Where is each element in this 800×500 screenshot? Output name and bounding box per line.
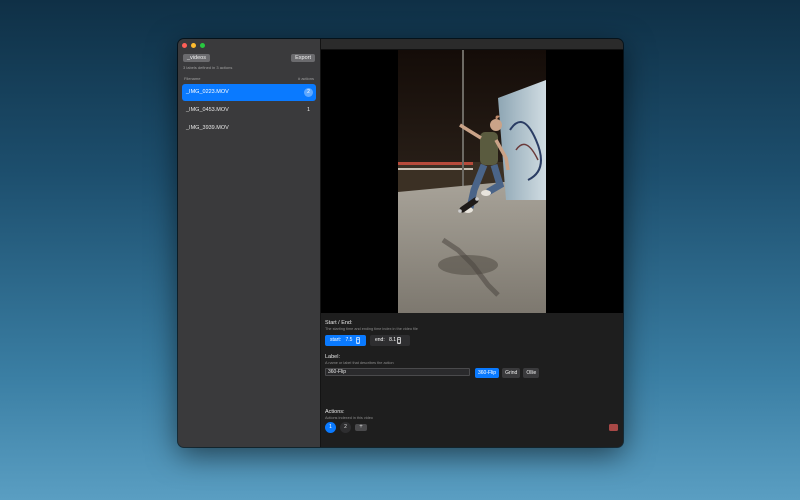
actions-title: Actions: xyxy=(325,409,345,415)
title-bar xyxy=(321,39,623,50)
end-value[interactable]: 8.1 xyxy=(389,337,396,343)
action-count: 1 xyxy=(306,107,310,113)
file-list: _IMG_0223.MOV 2 _IMG_0453.MOV 1 _IMG_393… xyxy=(182,84,316,138)
file-row[interactable]: _IMG_0223.MOV 2 xyxy=(182,84,316,101)
actions-description: Actions indexed in this video xyxy=(325,416,373,420)
start-end-title: Start / End: xyxy=(325,320,353,326)
suggestion-360-flip[interactable]: 360-Flip xyxy=(475,368,500,378)
action-count-badge: 2 xyxy=(304,88,313,97)
suggestion-grind[interactable]: Grind xyxy=(502,368,521,378)
delete-action-button[interactable] xyxy=(609,424,618,431)
video-player[interactable] xyxy=(321,50,623,313)
export-button[interactable]: Export xyxy=(291,54,315,62)
file-name: _IMG_3939.MOV xyxy=(186,125,229,131)
video-frame xyxy=(398,50,546,313)
start-stepper-arrows-icon[interactable]: ▴ ▾ xyxy=(356,337,360,344)
action-tabs: 1 2 + xyxy=(325,422,367,433)
videos-folder-button[interactable]: _videos xyxy=(183,54,210,62)
app-window: _videos Export 3 labels defined in 3 act… xyxy=(178,39,623,447)
main-pane: Start / End: The starting time and endin… xyxy=(321,39,623,447)
minimize-window-button[interactable] xyxy=(191,43,196,48)
label-input[interactable]: 360-Flip xyxy=(325,368,470,376)
label-suggestions: 360-Flip Grind Ollie xyxy=(475,368,540,378)
actions-column-header[interactable]: # actions xyxy=(298,76,314,81)
labels-summary: 3 labels defined in 3 actions xyxy=(183,65,233,70)
label-title: Label: xyxy=(325,354,340,360)
window-controls xyxy=(182,43,205,48)
zoom-window-button[interactable] xyxy=(200,43,205,48)
file-name: _IMG_0453.MOV xyxy=(186,107,229,113)
end-stepper-arrows-icon[interactable]: ▴ ▾ xyxy=(397,337,401,344)
start-label: start: xyxy=(330,337,342,343)
end-stepper[interactable]: end: 8.1 ▴ ▾ xyxy=(370,335,410,346)
start-stepper[interactable]: start: 7.5 ▴ ▾ xyxy=(325,335,366,346)
file-name: _IMG_0223.MOV xyxy=(186,89,229,95)
action-tab-2[interactable]: 2 xyxy=(340,422,351,433)
skatepark-video-image xyxy=(398,50,546,313)
sidebar: _videos Export 3 labels defined in 3 act… xyxy=(178,39,321,447)
end-label: end: xyxy=(375,337,385,343)
start-end-description: The starting time and ending time index … xyxy=(325,327,418,331)
action-tab-1[interactable]: 1 xyxy=(325,422,336,433)
file-row[interactable]: _IMG_3939.MOV xyxy=(182,120,316,137)
file-row[interactable]: _IMG_0453.MOV 1 xyxy=(182,102,316,119)
close-window-button[interactable] xyxy=(182,43,187,48)
filename-column-header[interactable]: Filename xyxy=(184,76,200,81)
suggestion-ollie[interactable]: Ollie xyxy=(523,368,540,378)
start-value[interactable]: 7.5 xyxy=(346,337,353,343)
label-description: A name or label that describes the actio… xyxy=(325,361,394,365)
add-action-button[interactable]: + xyxy=(355,424,367,431)
